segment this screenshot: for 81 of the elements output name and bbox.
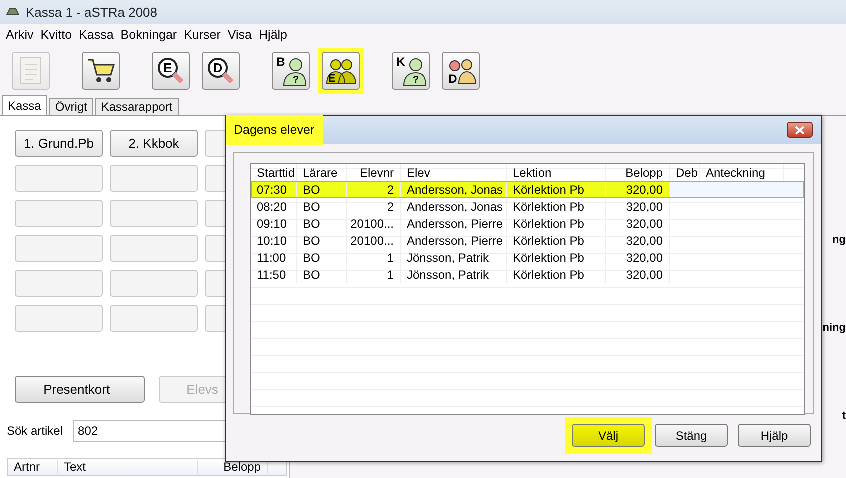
table-cell: 320,00 <box>606 266 670 283</box>
list-row[interactable]: 07:30 BO 2 Andersson, Jonas Körlektion Pb 320,00 <box>251 181 804 198</box>
table-cell: 20100... <box>347 232 401 249</box>
table-cell: 2 <box>347 198 401 215</box>
quick-button[interactable]: 1. Grund.Pb <box>15 130 103 157</box>
empty-button[interactable] <box>15 270 103 297</box>
menu-item[interactable]: Visa <box>228 28 252 42</box>
table-cell: BO <box>297 232 347 249</box>
empty-button[interactable] <box>110 305 198 332</box>
table-cell: BO <box>297 181 347 198</box>
table-cell: 20100... <box>347 215 401 232</box>
menu-item[interactable]: Hjälp <box>259 28 288 42</box>
table-cell: BO <box>297 249 347 266</box>
table-cell: 1 <box>347 266 401 283</box>
table-cell: 11:00 <box>251 249 297 266</box>
empty-button[interactable] <box>110 200 198 227</box>
table-cell: Jönsson, Patrik <box>401 249 507 266</box>
window-title: Kassa 1 - aSTRa 2008 <box>26 4 158 20</box>
search-label: Sök artikel <box>7 424 64 438</box>
tab[interactable]: Kassarapport <box>95 98 179 115</box>
toolbar-button[interactable] <box>82 52 120 90</box>
table-cell: 320,00 <box>606 181 670 198</box>
dialog-title: Dagens elever <box>226 115 323 145</box>
column-header[interactable]: Artnr <box>8 460 58 474</box>
empty-button[interactable] <box>15 200 103 227</box>
table-cell: 07:30 <box>251 181 297 198</box>
field-label: t <box>842 410 846 422</box>
table-cell: BO <box>297 198 347 215</box>
list-row[interactable]: 11:50 BO 1 Jönsson, Patrik Körlektion Pb 320,00 <box>251 266 804 283</box>
menu-item[interactable]: Kassa <box>79 28 114 42</box>
table-cell: Körlektion Pb <box>507 232 606 249</box>
empty-button[interactable] <box>110 270 198 297</box>
menu-item[interactable]: Bokningar <box>120 28 178 42</box>
dialog-button[interactable]: Välj <box>572 424 645 447</box>
tab[interactable]: Kassa <box>2 95 48 115</box>
quick-button[interactable]: 2. Kkbok <box>110 130 198 157</box>
empty-button[interactable] <box>110 235 198 262</box>
dialog-button[interactable]: Stäng <box>655 424 728 447</box>
table-cell: 09:10 <box>251 215 297 232</box>
table-cell: Körlektion Pb <box>507 249 606 266</box>
dialog-button[interactable]: Hjälp <box>738 424 811 447</box>
table-cell: 11:50 <box>251 266 297 283</box>
table-cell: Andersson, Pierre <box>401 232 507 249</box>
table-cell: Andersson, Jonas <box>401 198 507 215</box>
table-cell: 320,00 <box>606 249 670 266</box>
table-cell: Jönsson, Patrik <box>401 266 507 283</box>
empty-button[interactable] <box>15 165 103 192</box>
table-cell: 320,00 <box>606 215 670 232</box>
cart-icon <box>86 57 116 85</box>
list-row[interactable]: 11:00 BO 1 Jönsson, Patrik Körlektion Pb 320,00 <box>251 249 804 266</box>
table-cell: Körlektion Pb <box>507 266 606 283</box>
tab[interactable]: Övrigt <box>49 98 94 115</box>
empty-button[interactable] <box>110 165 198 192</box>
table-cell: Körlektion Pb <box>507 181 606 198</box>
table-cell: 1 <box>347 249 401 266</box>
table-cell: 08:20 <box>251 198 297 215</box>
table-cell: 320,00 <box>606 198 670 215</box>
menu-item[interactable]: Arkiv <box>6 28 34 42</box>
menu-item[interactable]: Kvitto <box>40 28 72 42</box>
action-button[interactable]: Presentkort <box>15 376 145 403</box>
list-row[interactable]: 09:10 BO 20100... Andersson, Pierre Körlektion Pb 320,00 <box>251 215 804 232</box>
column-header[interactable]: Text <box>58 460 198 474</box>
close-button[interactable] <box>787 122 813 138</box>
table-cell: Körlektion Pb <box>507 198 606 215</box>
table-cell: Andersson, Jonas <box>401 181 507 198</box>
close-icon <box>795 126 805 134</box>
app-icon <box>6 7 20 17</box>
empty-button[interactable] <box>15 235 103 262</box>
field-label: ng <box>832 234 846 246</box>
table-cell: 2 <box>347 181 401 198</box>
field-label: ning <box>822 322 846 334</box>
list-row[interactable]: 10:10 BO 20100... Andersson, Pierre Körlektion Pb 320,00 <box>251 232 804 249</box>
empty-button[interactable] <box>15 305 103 332</box>
table-cell: Körlektion Pb <box>507 215 606 232</box>
list-row[interactable]: 08:20 BO 2 Andersson, Jonas Körlektion Pb 320,00 <box>251 198 804 215</box>
table-cell: BO <box>297 215 347 232</box>
table-cell: BO <box>297 266 347 283</box>
table-cell: 10:10 <box>251 232 297 249</box>
table-cell: Andersson, Pierre <box>401 215 507 232</box>
menu-item[interactable]: Kurser <box>184 28 221 42</box>
table-cell: 320,00 <box>606 232 670 249</box>
